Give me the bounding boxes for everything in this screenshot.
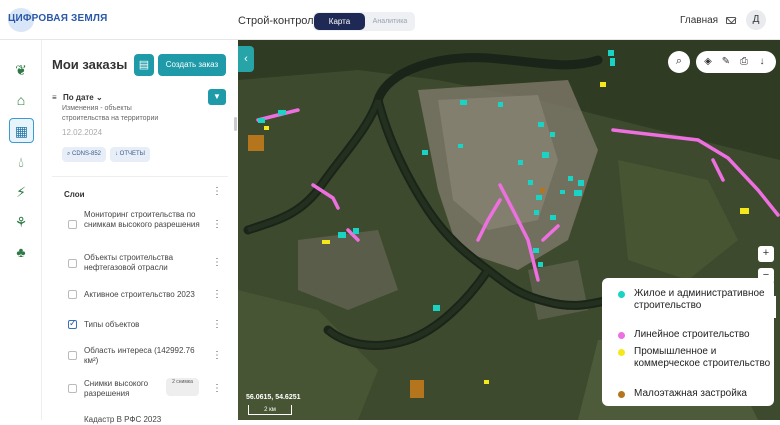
filter-button[interactable]: ▼ bbox=[208, 89, 226, 105]
reports-chip[interactable]: ↓ ОТЧЕТЫ bbox=[110, 147, 150, 162]
city-icon[interactable]: ▦ bbox=[9, 118, 34, 143]
layer-label: Область интереса (142992.76 км²) bbox=[84, 346, 195, 365]
layer-label: Кадастр В РФС 2023 bbox=[84, 415, 162, 424]
search-icon: ⌕ bbox=[675, 55, 683, 67]
legend-swatch bbox=[618, 349, 625, 356]
building-icon[interactable]: ⌂ bbox=[11, 90, 31, 110]
mail-icon[interactable] bbox=[726, 17, 736, 24]
coordinates-readout: 56.0615, 54.6251 bbox=[246, 394, 301, 401]
create-order-button[interactable]: Создать заказ bbox=[158, 54, 226, 76]
layer-menu-icon[interactable]: ⋮ bbox=[212, 258, 222, 268]
layer-menu-icon[interactable]: ⋮ bbox=[212, 320, 222, 330]
drop-icon[interactable]: 💧︎ bbox=[11, 152, 31, 172]
layer-label: Объекты строительства нефтегазовой отрас… bbox=[84, 253, 174, 272]
layers-icon[interactable]: ◈ bbox=[700, 54, 716, 70]
order-id-label: CDNS-852 bbox=[72, 151, 102, 157]
layer-label: Снимки высокого разрешения bbox=[84, 379, 149, 398]
clipboard-icon: ▤ bbox=[138, 59, 150, 71]
wheat-icon[interactable]: ⚘ bbox=[11, 212, 31, 232]
filter-icon: ▼ bbox=[213, 92, 221, 101]
layer-menu-icon[interactable]: ⋮ bbox=[212, 384, 222, 394]
sprout-icon[interactable]: ❦ bbox=[11, 60, 31, 80]
icon-rail: ❦ ⌂ ▦ 💧︎ ⚡︎ ⚘ ♣ bbox=[0, 40, 42, 420]
scale-bar: 2 км bbox=[248, 405, 292, 415]
legend-label: Малоэтажная застройка bbox=[634, 388, 747, 399]
map-legend: Жилое и административное строительство Л… bbox=[602, 278, 774, 406]
legend-swatch bbox=[618, 291, 625, 298]
clipboard-button[interactable]: ▤ bbox=[134, 54, 154, 76]
legend-label: Жилое и административное строительство bbox=[634, 288, 765, 311]
layer-checkbox[interactable] bbox=[68, 259, 77, 268]
order-description[interactable]: Изменения - объекты строительства на тер… bbox=[62, 104, 172, 124]
trees-icon[interactable]: ♣ bbox=[11, 242, 31, 262]
avatar[interactable]: Д bbox=[746, 10, 766, 30]
legend-label: Промышленное и коммерческое строительств… bbox=[634, 346, 771, 369]
orders-panel: Мои заказы ▤ Создать заказ ≡ По дате ⌄ ▼ … bbox=[42, 40, 238, 424]
chevron-down-icon: ⌄ bbox=[93, 93, 103, 102]
tab-analytics[interactable]: Аналитика bbox=[367, 13, 413, 30]
layer-label: Типы объектов bbox=[84, 320, 140, 329]
layer-label: Мониторинг строительства по снимкам высо… bbox=[84, 210, 200, 229]
snapshot-count-badge: 2 снимка bbox=[166, 378, 199, 396]
view-switch: Карта Аналитика bbox=[313, 12, 415, 31]
legend-label: Линейное строительство bbox=[634, 329, 750, 340]
sort-label: По дате bbox=[63, 93, 94, 102]
order-date: 12.02.2024 bbox=[62, 128, 103, 137]
layer-checkbox[interactable] bbox=[68, 384, 77, 393]
layer-menu-icon[interactable]: ⋮ bbox=[212, 220, 222, 230]
layer-label: Активное строительство 2023 bbox=[84, 290, 195, 299]
divider bbox=[52, 176, 228, 177]
layer-checkbox[interactable] bbox=[68, 220, 77, 229]
map-search-button[interactable]: ⌕ bbox=[668, 51, 690, 73]
sort-dropdown[interactable]: ≡ По дате ⌄ bbox=[52, 93, 103, 102]
layer-checkbox[interactable] bbox=[68, 290, 77, 299]
app-title: Строй-контроль bbox=[238, 15, 320, 27]
home-link[interactable]: Главная bbox=[680, 15, 718, 26]
layer-checkbox[interactable] bbox=[68, 351, 77, 360]
collapse-panel-button[interactable]: ‹ bbox=[238, 46, 254, 72]
order-id-chip[interactable]: ⌕ CDNS-852 bbox=[62, 147, 106, 162]
top-bar: ЦИФРОВАЯ ЗЕМЛЯ Строй-контроль Карта Анал… bbox=[0, 0, 780, 40]
logo[interactable]: ЦИФРОВАЯ ЗЕМЛЯ bbox=[8, 13, 108, 24]
chevron-left-icon: ‹ bbox=[244, 53, 248, 65]
layers-title: Слои bbox=[64, 190, 85, 199]
legend-swatch bbox=[618, 332, 625, 339]
download-icon[interactable]: ↓ bbox=[754, 54, 770, 70]
layers-menu-icon[interactable]: ⋮ bbox=[212, 187, 222, 197]
reports-label: ОТЧЕТЫ bbox=[119, 151, 145, 157]
layer-menu-icon[interactable]: ⋮ bbox=[212, 351, 222, 361]
zoom-in-button[interactable]: + bbox=[758, 246, 774, 262]
map-toolbar: ◈ ✎ ⎙ ↓ bbox=[696, 51, 776, 73]
sort-icon: ≡ bbox=[52, 93, 57, 102]
panel-title: Мои заказы bbox=[52, 57, 128, 72]
layer-menu-icon[interactable]: ⋮ bbox=[212, 290, 222, 300]
layer-checkbox[interactable] bbox=[68, 318, 77, 329]
panel-scrollbar[interactable] bbox=[234, 117, 237, 131]
legend-swatch bbox=[618, 391, 625, 398]
pencil-icon[interactable]: ✎ bbox=[718, 54, 734, 70]
lightning-icon[interactable]: ⚡︎ bbox=[11, 182, 31, 202]
print-icon[interactable]: ⎙ bbox=[736, 54, 752, 70]
tab-map[interactable]: Карта bbox=[314, 13, 365, 30]
